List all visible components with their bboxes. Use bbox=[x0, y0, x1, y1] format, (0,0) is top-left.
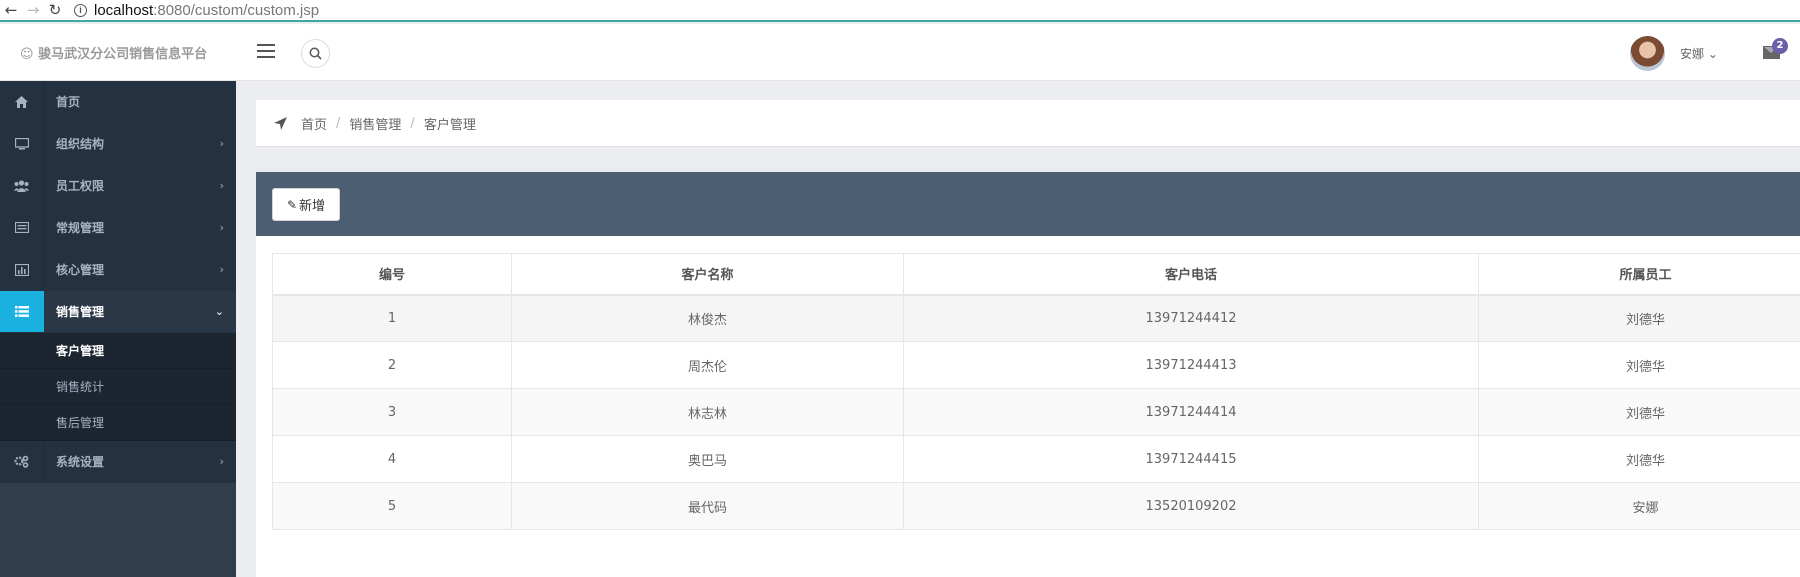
chevron-right-icon: › bbox=[219, 179, 224, 192]
sidebar-item-label: 员工权限 bbox=[56, 179, 105, 193]
cell-phone: 13971244415 bbox=[903, 435, 1479, 483]
cell-phone: 13971244412 bbox=[903, 294, 1479, 342]
cell-name: 最代码 bbox=[511, 482, 904, 530]
sidebar-item-settings[interactable]: 系统设置 › bbox=[0, 441, 236, 483]
submenu-item-customers[interactable]: 客户管理 bbox=[0, 333, 236, 369]
cell-employee: 安娜 bbox=[1478, 482, 1800, 530]
info-icon[interactable]: i bbox=[74, 3, 87, 17]
sidebar-item-label: 首页 bbox=[56, 95, 81, 109]
chevron-right-icon: › bbox=[219, 137, 224, 150]
location-arrow-icon bbox=[274, 116, 287, 130]
chevron-down-icon: ⌄ bbox=[214, 305, 224, 318]
cell-id: 1 bbox=[272, 294, 512, 342]
table-header-row: 编号 客户名称 客户电话 所属员工 bbox=[272, 253, 1800, 296]
sidebar-item-label: 系统设置 bbox=[56, 455, 105, 469]
breadcrumb: 首页 / 销售管理 / 客户管理 bbox=[256, 100, 1800, 147]
cell-phone: 13520109202 bbox=[903, 482, 1479, 530]
add-button-label: 新增 bbox=[299, 199, 326, 214]
sidebar-item-label: 组织结构 bbox=[56, 137, 105, 151]
list-icon bbox=[0, 291, 44, 332]
cell-name: 周杰伦 bbox=[511, 341, 904, 389]
cell-name: 奥巴马 bbox=[511, 435, 904, 483]
column-header-employee[interactable]: 所属员工 bbox=[1478, 253, 1800, 296]
menu-toggle-icon[interactable] bbox=[257, 44, 275, 58]
customer-table: 编号 客户名称 客户电话 所属员工 1 林俊杰 13971244412 刘德华 … bbox=[272, 253, 1800, 530]
sidebar-item-permissions[interactable]: 员工权限 › bbox=[0, 165, 236, 207]
breadcrumb-home[interactable]: 首页 bbox=[301, 114, 327, 133]
breadcrumb-sales[interactable]: 销售管理 bbox=[349, 114, 401, 133]
brand-title: ☺ 骏马武汉分公司销售信息平台 bbox=[20, 47, 208, 62]
mail-count-badge: 2 bbox=[1772, 38, 1788, 54]
browser-toolbar: ← → ↻ i localhost:8080/custom/custom.jsp bbox=[0, 0, 1800, 22]
sidebar-item-core[interactable]: 核心管理 › bbox=[0, 249, 236, 291]
sidebar-item-label: 常规管理 bbox=[56, 221, 105, 235]
submenu-item-sales-stats[interactable]: 销售统计 bbox=[0, 369, 236, 405]
reload-icon[interactable]: ↻ bbox=[44, 1, 66, 19]
cell-employee: 刘德华 bbox=[1478, 435, 1800, 483]
chevron-right-icon: › bbox=[219, 263, 224, 276]
sidebar-item-label: 核心管理 bbox=[56, 263, 105, 277]
username: 安娜 bbox=[1680, 47, 1705, 61]
edit-icon: ✎ bbox=[286, 197, 298, 212]
column-header-name[interactable]: 客户名称 bbox=[511, 253, 904, 296]
cell-phone: 13971244414 bbox=[903, 388, 1479, 436]
home-icon bbox=[0, 81, 44, 122]
cell-employee: 刘德华 bbox=[1478, 388, 1800, 436]
cell-phone: 13971244413 bbox=[903, 341, 1479, 389]
table-row[interactable]: 4 奥巴马 13971244415 刘德华 bbox=[272, 435, 1800, 483]
search-icon bbox=[309, 47, 322, 60]
sidebar-item-org[interactable]: 组织结构 › bbox=[0, 123, 236, 165]
cell-id: 3 bbox=[272, 388, 512, 436]
chevron-right-icon: › bbox=[219, 221, 224, 234]
breadcrumb-separator: / bbox=[336, 115, 341, 131]
cell-id: 2 bbox=[272, 341, 512, 389]
search-button[interactable] bbox=[301, 39, 330, 68]
cell-id: 4 bbox=[272, 435, 512, 483]
submenu-item-after-sales[interactable]: 售后管理 bbox=[0, 405, 236, 441]
address-bar[interactable]: i localhost:8080/custom/custom.jsp bbox=[74, 2, 319, 19]
cell-employee: 刘德华 bbox=[1478, 294, 1800, 342]
sidebar-item-label: 销售管理 bbox=[56, 305, 105, 319]
chevron-down-icon: ⌄ bbox=[1707, 47, 1718, 61]
user-menu[interactable]: 安娜 ⌄ bbox=[1680, 45, 1718, 62]
sidebar-item-home[interactable]: 首页 bbox=[0, 81, 236, 123]
cell-employee: 刘德华 bbox=[1478, 341, 1800, 389]
desktop-icon bbox=[0, 123, 44, 164]
chevron-right-icon: › bbox=[219, 455, 224, 468]
avatar[interactable] bbox=[1630, 36, 1665, 71]
url-host: localhost bbox=[94, 1, 154, 19]
sidebar-item-sales[interactable]: 销售管理 ⌄ bbox=[0, 291, 236, 333]
column-header-phone[interactable]: 客户电话 bbox=[903, 253, 1479, 296]
users-icon bbox=[0, 165, 44, 206]
url-path: :8080/custom/custom.jsp bbox=[153, 1, 320, 19]
sales-submenu: 客户管理 销售统计 售后管理 bbox=[0, 333, 236, 441]
sidebar: 首页 组织结构 › 员工权限 › 常规管理 › 核心管理 › 销售管理 ⌄ 客户… bbox=[0, 81, 236, 577]
table-row[interactable]: 1 林俊杰 13971244412 刘德华 bbox=[272, 294, 1800, 342]
table-row[interactable]: 3 林志林 13971244414 刘德华 bbox=[272, 388, 1800, 436]
list-alt-icon bbox=[0, 207, 44, 248]
cell-name: 林志林 bbox=[511, 388, 904, 436]
sidebar-item-general[interactable]: 常规管理 › bbox=[0, 207, 236, 249]
cell-id: 5 bbox=[272, 482, 512, 530]
breadcrumb-separator: / bbox=[410, 115, 415, 131]
cell-name: 林俊杰 bbox=[511, 294, 904, 342]
panel-header: ✎ 新增 bbox=[256, 172, 1800, 236]
back-icon[interactable]: ← bbox=[0, 1, 22, 19]
column-header-id[interactable]: 编号 bbox=[272, 253, 512, 296]
top-header: ☺ 骏马武汉分公司销售信息平台 安娜 ⌄ 2 bbox=[0, 24, 1800, 81]
forward-icon[interactable]: → bbox=[22, 1, 44, 19]
breadcrumb-current: 客户管理 bbox=[423, 117, 476, 133]
add-button[interactable]: ✎ 新增 bbox=[272, 188, 340, 221]
gears-icon bbox=[0, 441, 44, 482]
bar-chart-icon bbox=[0, 249, 44, 290]
customer-panel: ✎ 新增 编号 客户名称 客户电话 所属员工 1 林俊杰 13971244412… bbox=[256, 169, 1800, 577]
table-row[interactable]: 2 周杰伦 13971244413 刘德华 bbox=[272, 341, 1800, 389]
table-row[interactable]: 5 最代码 13520109202 安娜 bbox=[272, 482, 1800, 530]
